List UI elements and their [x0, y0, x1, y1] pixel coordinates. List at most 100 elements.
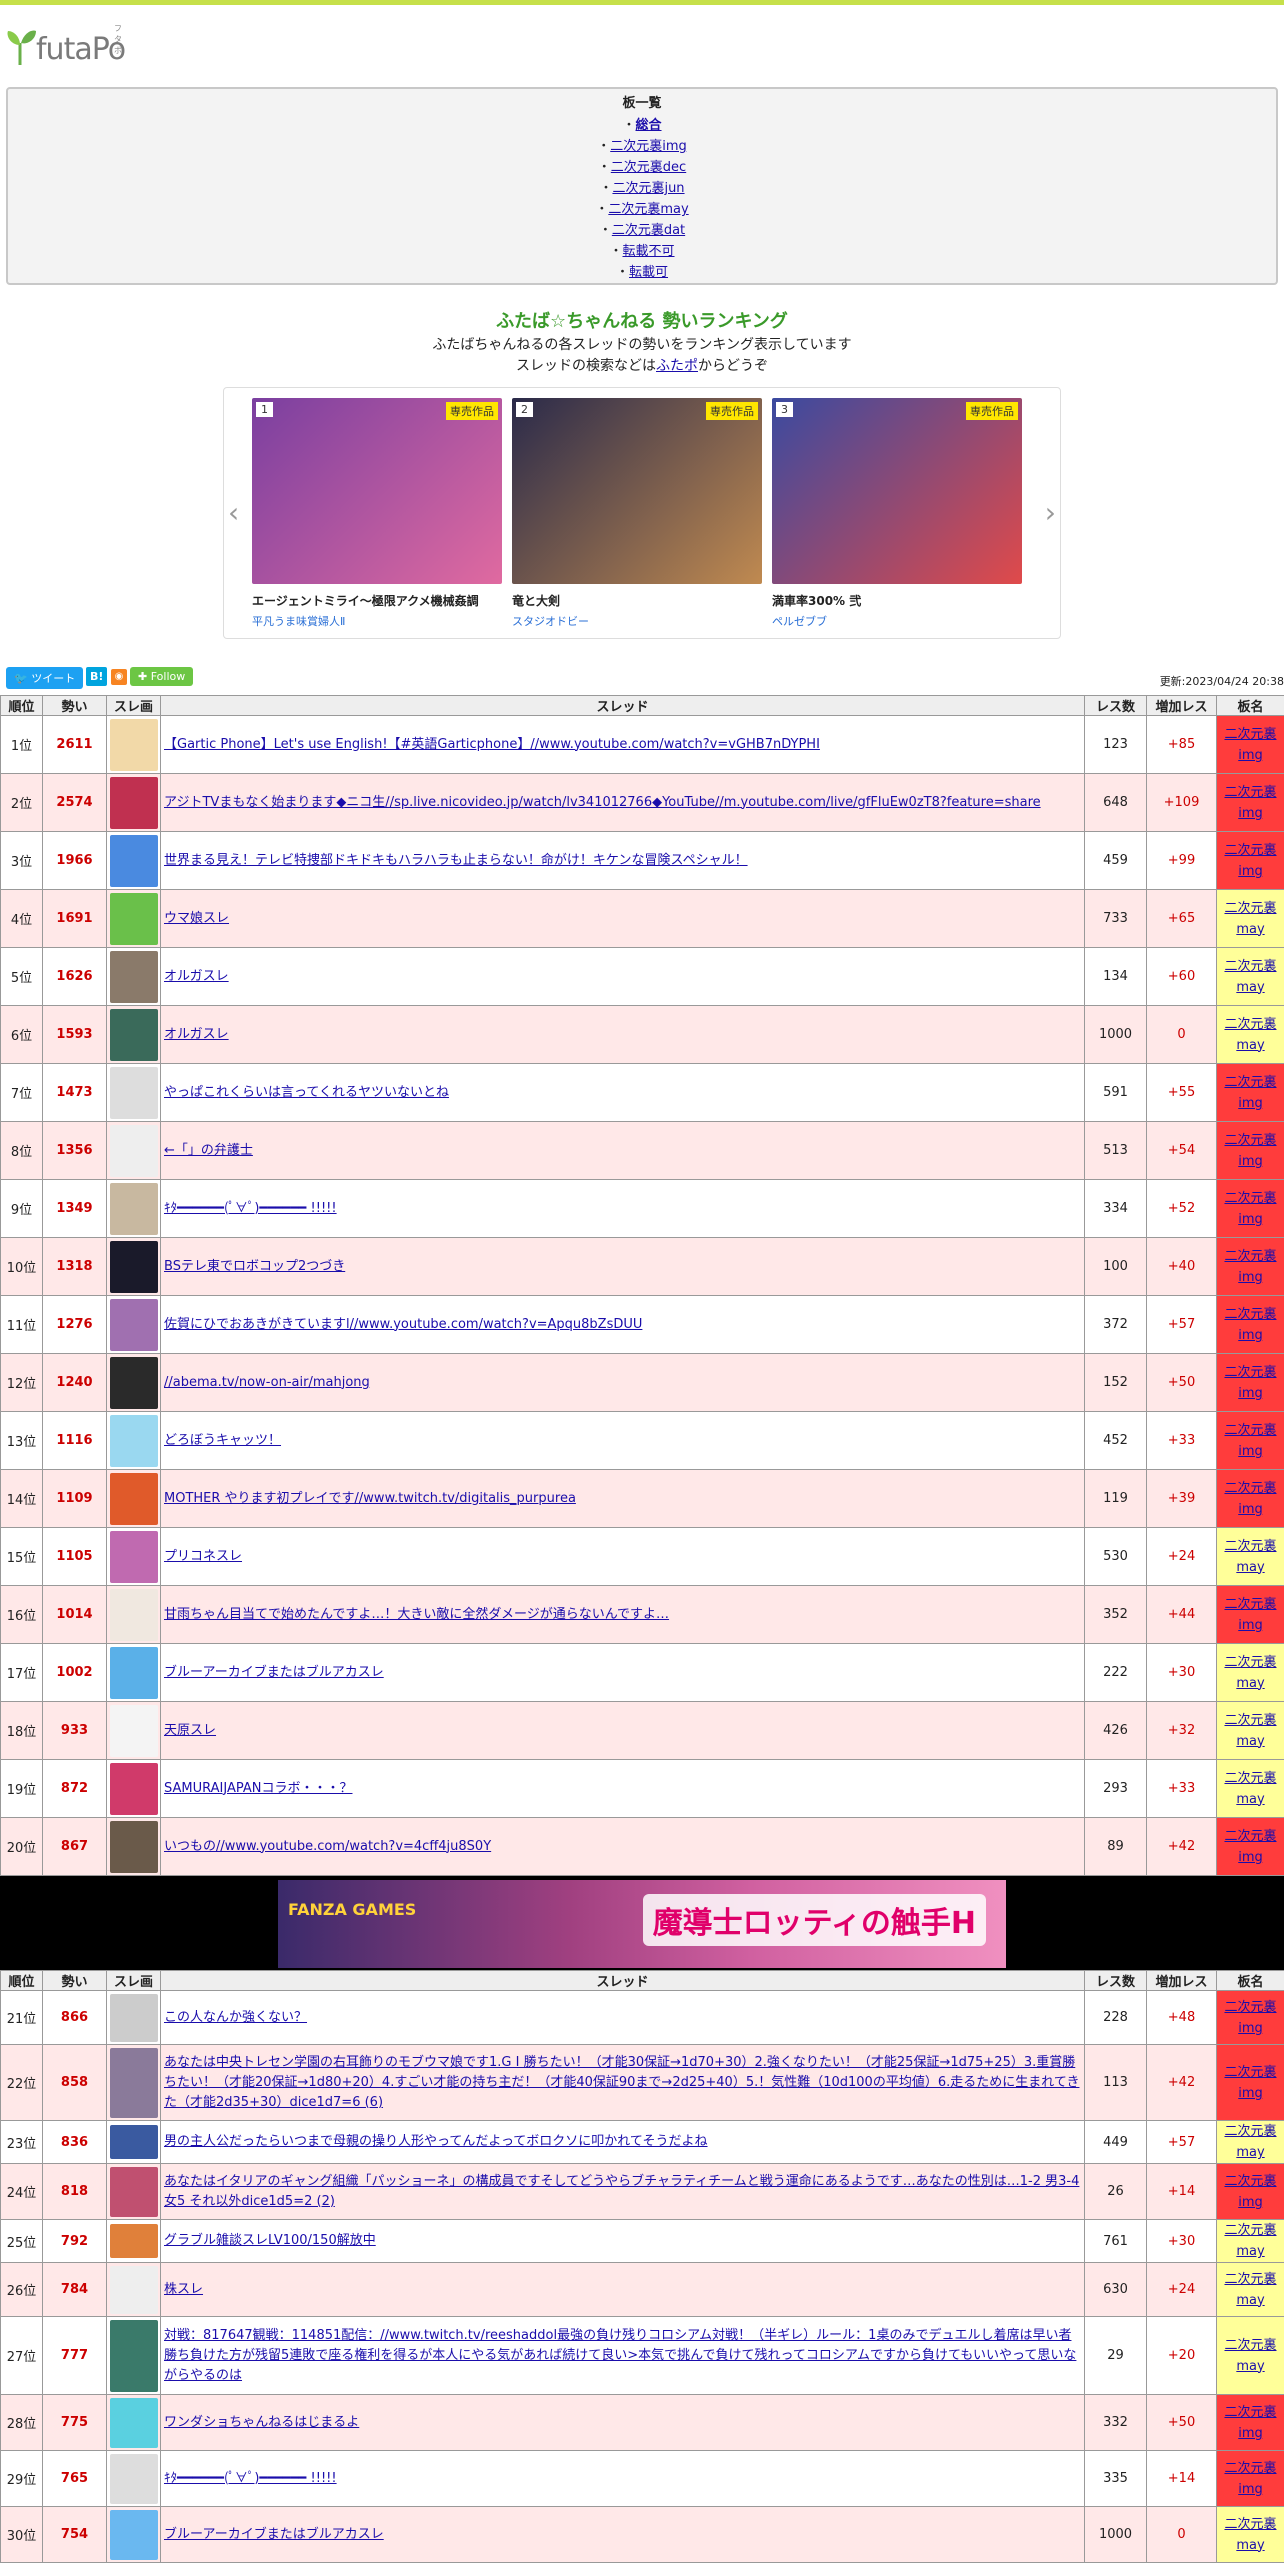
- carousel-maker[interactable]: ペルゼブブ: [772, 613, 1022, 629]
- thread-thumbnail[interactable]: [110, 1124, 158, 1177]
- thread-thumbnail[interactable]: [110, 1240, 158, 1293]
- rss-icon[interactable]: ◉: [111, 669, 127, 685]
- board-name-link[interactable]: 二次元裏 may: [1224, 1655, 1276, 1691]
- thumbnail-cell[interactable]: [106, 1005, 161, 1064]
- thread-link[interactable]: グラブル雑談スレLV100/150解放中: [164, 2233, 376, 2248]
- thread-link[interactable]: SAMURAIJAPANコラボ・・・？: [164, 1781, 352, 1796]
- board-name-link[interactable]: 二次元裏 img: [1224, 2065, 1276, 2101]
- board-name-link[interactable]: 二次元裏 img: [1224, 2174, 1276, 2210]
- thread-link[interactable]: //abema.tv/now-on-air/mahjong: [164, 1375, 370, 1390]
- thread-thumbnail[interactable]: [110, 1472, 158, 1525]
- carousel-item[interactable]: 1 専売作品 エージェントミライ～極限アクメ機械姦調 平凡うま味賞婦人Ⅱ: [252, 398, 502, 629]
- board-name-link[interactable]: 二次元裏 may: [1224, 2338, 1276, 2374]
- board-name-link[interactable]: 二次元裏 may: [1224, 2124, 1276, 2160]
- thread-thumbnail[interactable]: [110, 1530, 158, 1583]
- thumbnail-cell[interactable]: [106, 1469, 161, 1528]
- thumbnail-cell[interactable]: [106, 715, 161, 774]
- thread-thumbnail[interactable]: [110, 2319, 158, 2392]
- thumbnail-cell[interactable]: [106, 947, 161, 1006]
- board-name-link[interactable]: 二次元裏 img: [1224, 1481, 1276, 1517]
- thread-thumbnail[interactable]: [110, 1820, 158, 1873]
- board-name-link[interactable]: 二次元裏 img: [1224, 1597, 1276, 1633]
- board-name-link[interactable]: 二次元裏 may: [1224, 959, 1276, 995]
- thumbnail-cell[interactable]: [106, 2044, 161, 2121]
- board-name-link[interactable]: 二次元裏 may: [1224, 2223, 1276, 2259]
- thread-link[interactable]: ブルーアーカイブまたはブルアカスレ: [164, 1665, 384, 1680]
- thread-thumbnail[interactable]: [110, 2453, 158, 2504]
- board-link[interactable]: 二次元裏img: [610, 139, 687, 154]
- thread-thumbnail[interactable]: [110, 776, 158, 829]
- carousel-maker[interactable]: 平凡うま味賞婦人Ⅱ: [252, 613, 502, 629]
- board-name-link[interactable]: 二次元裏 may: [1224, 1017, 1276, 1053]
- thread-link[interactable]: ｷﾀ━━━━━━(ﾟ∀ﾟ)━━━━━━ !!!!!: [164, 1201, 337, 1216]
- thumbnail-cell[interactable]: [106, 1353, 161, 1412]
- carousel-item[interactable]: 2 専売作品 竜と大剣 スタジオドビー: [512, 398, 762, 629]
- thread-link[interactable]: あなたは中央トレセン学園の右耳飾りのモブウマ娘です1.G I 勝ちたい！（才能3…: [164, 2055, 1079, 2110]
- thumbnail-cell[interactable]: [106, 2120, 161, 2164]
- board-name-link[interactable]: 二次元裏 img: [1224, 843, 1276, 879]
- thread-thumbnail[interactable]: [110, 718, 158, 771]
- thread-link[interactable]: やっぱこれくらいは言ってくれるヤツいないとね: [164, 1085, 449, 1100]
- board-name-link[interactable]: 二次元裏 may: [1224, 2517, 1276, 2553]
- thread-thumbnail[interactable]: [110, 1993, 158, 2042]
- thread-thumbnail[interactable]: [110, 1182, 158, 1235]
- thumbnail-cell[interactable]: [106, 1063, 161, 1122]
- thread-link[interactable]: 佐賀にひでおあきがきていますl//www.youtube.com/watch?v…: [164, 1317, 642, 1332]
- board-link[interactable]: 総合: [636, 118, 662, 133]
- thumbnail-cell[interactable]: [106, 1817, 161, 1876]
- follow-button[interactable]: ✚ Follow: [130, 667, 194, 686]
- thread-link[interactable]: いつもの//www.youtube.com/watch?v=4cff4ju8S0…: [164, 1839, 491, 1854]
- thread-thumbnail[interactable]: [110, 2047, 158, 2118]
- board-name-link[interactable]: 二次元裏 img: [1224, 2405, 1276, 2441]
- thread-link[interactable]: プリコネスレ: [164, 1549, 242, 1564]
- board-name-link[interactable]: 二次元裏 img: [1224, 1365, 1276, 1401]
- thread-link[interactable]: オルガスレ: [164, 969, 229, 984]
- board-name-link[interactable]: 二次元裏 img: [1224, 1829, 1276, 1865]
- thread-link[interactable]: 対戦：817647観戦：114851配信：//www.twitch.tv/ree…: [164, 2328, 1076, 2383]
- thumbnail-cell[interactable]: [106, 1121, 161, 1180]
- carousel-title[interactable]: エージェントミライ～極限アクメ機械姦調: [252, 592, 502, 609]
- board-name-link[interactable]: 二次元裏 img: [1224, 2000, 1276, 2036]
- carousel-item[interactable]: 3 専売作品 満車率300% 弐 ペルゼブブ: [772, 398, 1022, 629]
- thread-thumbnail[interactable]: [110, 1704, 158, 1757]
- board-link[interactable]: 二次元裏may: [608, 202, 688, 217]
- thread-thumbnail[interactable]: [110, 892, 158, 945]
- thread-link[interactable]: MOTHER やります初プレイです//www.twitch.tv/digital…: [164, 1491, 576, 1506]
- thumbnail-cell[interactable]: [106, 1643, 161, 1702]
- board-name-link[interactable]: 二次元裏 img: [1224, 1191, 1276, 1227]
- thumbnail-cell[interactable]: [106, 1527, 161, 1586]
- carousel-image[interactable]: 2 専売作品: [512, 398, 762, 584]
- thread-link[interactable]: オルガスレ: [164, 1027, 229, 1042]
- board-link[interactable]: 二次元裏jun: [612, 181, 684, 196]
- site-logo[interactable]: futaPo フタポ: [6, 24, 126, 65]
- thread-thumbnail[interactable]: [110, 2166, 158, 2217]
- board-name-link[interactable]: 二次元裏 may: [1224, 2272, 1276, 2308]
- thumbnail-cell[interactable]: [106, 2163, 161, 2220]
- thread-link[interactable]: アジトTVまもなく始まります◆ニコ生//sp.live.nicovideo.jp…: [164, 795, 1041, 810]
- thread-link[interactable]: この人なんか強くない？: [164, 2010, 307, 2025]
- thread-link[interactable]: ←「」の弁護士: [164, 1143, 253, 1158]
- thumbnail-cell[interactable]: [106, 831, 161, 890]
- board-name-link[interactable]: 二次元裏 may: [1224, 1539, 1276, 1575]
- thread-link[interactable]: 世界まる見え！テレビ特捜部ドキドキもハラハラも止まらない！命がけ！キケンな冒険ス…: [164, 853, 748, 868]
- thumbnail-cell[interactable]: [106, 2262, 161, 2317]
- carousel-title[interactable]: 竜と大剣: [512, 592, 762, 609]
- board-name-link[interactable]: 二次元裏 img: [1224, 1423, 1276, 1459]
- board-name-link[interactable]: 二次元裏 may: [1224, 1771, 1276, 1807]
- carousel-image[interactable]: 1 専売作品: [252, 398, 502, 584]
- board-name-link[interactable]: 二次元裏 may: [1224, 1713, 1276, 1749]
- board-name-link[interactable]: 二次元裏 img: [1224, 785, 1276, 821]
- thread-thumbnail[interactable]: [110, 1008, 158, 1061]
- thread-thumbnail[interactable]: [110, 2397, 158, 2448]
- board-link[interactable]: 二次元裏dec: [611, 160, 686, 175]
- thumbnail-cell[interactable]: [106, 2219, 161, 2263]
- thread-link[interactable]: 【Gartic Phone】Let's use English!【#英語Gart…: [164, 737, 820, 752]
- thumbnail-cell[interactable]: [106, 2316, 161, 2395]
- board-name-link[interactable]: 二次元裏 img: [1224, 1249, 1276, 1285]
- chevron-left-icon[interactable]: ‹: [228, 496, 239, 529]
- thumbnail-cell[interactable]: [106, 1237, 161, 1296]
- thread-link[interactable]: ブルーアーカイブまたはブルアカスレ: [164, 2527, 384, 2542]
- carousel-maker[interactable]: スタジオドビー: [512, 613, 762, 629]
- thread-link[interactable]: 甘雨ちゃん目当てで始めたんですよ…！大きい敵に全然ダメージが通らないんですよ…: [164, 1607, 669, 1622]
- thumbnail-cell[interactable]: [106, 2394, 161, 2451]
